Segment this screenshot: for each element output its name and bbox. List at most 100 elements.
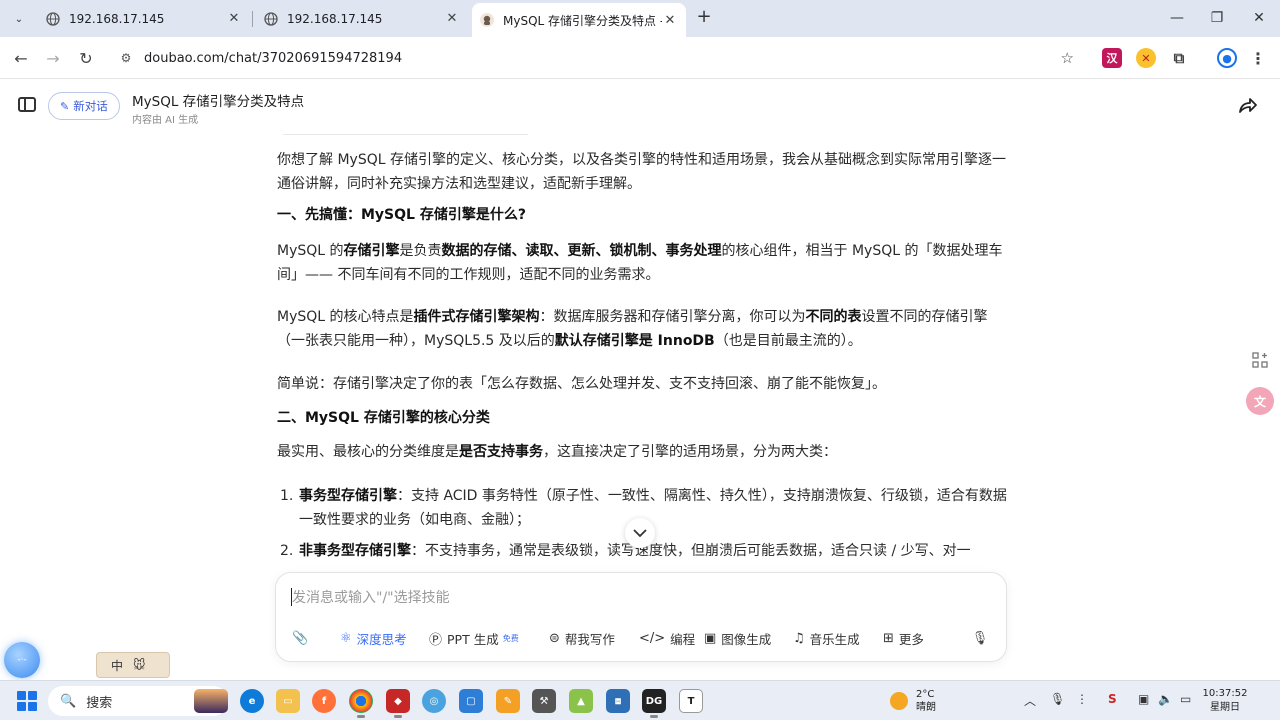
- browser-tab-strip: ⌄ 192.168.17.145 ✕ 192.168.17.145 ✕ MySQ…: [0, 0, 1280, 37]
- deep-think-button[interactable]: ⚛ 深度思考: [340, 628, 407, 648]
- tray-ime-icon[interactable]: S: [1108, 692, 1117, 706]
- write-assist-button[interactable]: ⊜ 帮我写作: [549, 628, 615, 648]
- translate-float-icon[interactable]: 文: [1246, 387, 1274, 415]
- puzzle-extensions-icon[interactable]: ⧉: [1169, 48, 1189, 68]
- address-bar[interactable]: ⚙ doubao.com/chat/37020691594728194 ☆: [108, 43, 1086, 73]
- browser-menu-icon[interactable]: ⋮: [1248, 48, 1268, 68]
- divider: [283, 134, 528, 135]
- ime-toolbar[interactable]: 中 🐭: [96, 652, 170, 678]
- intro-paragraph: 你想了解 MySQL 存储引擎的定义、核心分类，以及各类引擎的特性和适用场景，我…: [277, 152, 1006, 192]
- chrome-icon[interactable]: [349, 689, 373, 718]
- sun-icon: [890, 692, 908, 710]
- app-tool-icon[interactable]: ⚒: [532, 689, 556, 713]
- share-icon[interactable]: [1236, 95, 1258, 117]
- browser-tab-2[interactable]: 192.168.17.145 ✕: [256, 5, 468, 32]
- section-heading-1: 一、先搞懂：MySQL 存储引擎是什么?: [277, 207, 526, 223]
- firefox-icon[interactable]: f: [312, 689, 336, 713]
- ime-mascot-icon: 🐭: [133, 658, 146, 672]
- extension-icon[interactable]: ✕: [1136, 48, 1156, 68]
- paragraph-3: 简单说：存储引擎决定了你的表「怎么存数据、怎么处理并发、支不支持回滚、崩了能不能…: [277, 376, 886, 392]
- edge-icon[interactable]: e: [240, 689, 264, 713]
- more-tools-button[interactable]: ⊞ 更多: [883, 628, 924, 648]
- app-red-icon[interactable]: ◆: [386, 689, 410, 718]
- site-info-icon[interactable]: ⚙: [112, 51, 140, 65]
- translate-extension-icon[interactable]: 汉: [1102, 48, 1122, 68]
- paragraph-1: MySQL 的存储引擎是负责数据的存储、读取、更新、锁机制、事务处理的核心组件，…: [277, 243, 1003, 283]
- ppt-icon: Ⓟ: [429, 632, 443, 648]
- profile-icon[interactable]: ●: [1217, 48, 1237, 68]
- clock-day: 星期日: [1210, 702, 1240, 713]
- tray-camera-icon[interactable]: ▣: [1138, 692, 1149, 706]
- image-icon: ▣: [704, 630, 717, 646]
- search-icon: 🔍: [60, 693, 77, 709]
- datagrip-icon[interactable]: DG: [642, 689, 666, 718]
- app-grid-icon[interactable]: [1246, 346, 1274, 374]
- ppt-generate-button[interactable]: Ⓟ PPT 生成 免费: [429, 628, 519, 648]
- floating-assistant-orb[interactable]: -·-: [4, 642, 40, 678]
- close-tab-icon[interactable]: ✕: [226, 11, 242, 27]
- paperclip-icon: 📎: [292, 630, 309, 646]
- tool-label: 编程: [670, 631, 696, 647]
- tray-volume-icon[interactable]: 🔈: [1158, 692, 1173, 706]
- tray-battery-icon[interactable]: ▭: [1180, 692, 1191, 706]
- message-input[interactable]: 发消息或输入"/"选择技能: [292, 587, 450, 607]
- grid-icon: ⊞: [883, 630, 894, 646]
- sidebar-toggle-icon[interactable]: [18, 97, 36, 112]
- image-generate-button[interactable]: ▣ 图像生成: [704, 628, 771, 648]
- clock-time: 10:37:52: [1202, 688, 1248, 699]
- file-explorer-icon[interactable]: ▭: [276, 689, 300, 713]
- app-window-icon[interactable]: ▢: [459, 689, 483, 713]
- music-generate-button[interactable]: ♫ 音乐生成: [793, 628, 860, 648]
- close-tab-icon[interactable]: ✕: [662, 12, 678, 28]
- close-tab-icon[interactable]: ✕: [444, 11, 460, 27]
- chat-title: MySQL 存储引擎分类及特点: [132, 94, 305, 110]
- tray-network-icon[interactable]: ⋮: [1076, 692, 1088, 706]
- chat-header: ✎ 新对话 MySQL 存储引擎分类及特点 内容由 AI 生成: [0, 80, 1280, 132]
- reload-icon[interactable]: ↻: [75, 47, 97, 69]
- browser-tab-active[interactable]: MySQL 存储引擎分类及特点 - ✕: [472, 3, 686, 37]
- app-green-icon[interactable]: ▲: [569, 689, 593, 713]
- microphone-icon[interactable]: 🎙: [968, 626, 992, 650]
- minimize-icon[interactable]: —: [1162, 6, 1192, 30]
- forward-arrow-icon[interactable]: →: [42, 47, 64, 69]
- chevron-down-icon: [633, 528, 647, 537]
- tray-chevron-up-icon[interactable]: ︿: [1024, 692, 1036, 709]
- free-badge: 免费: [502, 633, 519, 643]
- restore-icon[interactable]: ❐: [1202, 6, 1232, 30]
- attach-button[interactable]: 📎: [292, 628, 313, 648]
- taskbar-clock[interactable]: 10:37:52 星期日: [1202, 687, 1248, 715]
- search-label: 搜索: [86, 695, 113, 711]
- scroll-to-bottom-button[interactable]: [625, 518, 655, 548]
- paragraph-4: 最实用、最核心的分类维度是是否支持事务，这直接决定了引擎的适用场景，分为两大类：: [277, 444, 837, 460]
- back-arrow-icon[interactable]: ←: [10, 47, 32, 69]
- new-tab-button[interactable]: +: [694, 8, 714, 28]
- bookmark-star-icon[interactable]: ☆: [1061, 49, 1074, 67]
- tool-label: 图像生成: [721, 631, 772, 647]
- globe-icon: [264, 11, 278, 26]
- tab-divider: [252, 11, 253, 27]
- tab-search-button[interactable]: ⌄: [8, 8, 30, 30]
- app-vm-icon[interactable]: ⧈: [606, 689, 630, 713]
- ai-generated-note: 内容由 AI 生成: [132, 115, 199, 126]
- weather-widget[interactable]: 2°C 晴朗: [890, 688, 936, 714]
- edit-icon: ✎: [60, 99, 70, 113]
- doubao-favicon-icon: [480, 13, 494, 27]
- tray-mic-icon[interactable]: 🎙: [1050, 692, 1065, 706]
- typora-icon[interactable]: T: [679, 689, 703, 713]
- tool-label: 更多: [898, 631, 924, 647]
- app-orange-icon[interactable]: ✎: [496, 689, 520, 713]
- deep-think-icon: ⚛: [340, 630, 352, 646]
- tool-label: PPT 生成: [447, 631, 499, 647]
- browser-tab-1[interactable]: 192.168.17.145 ✕: [38, 5, 250, 32]
- coding-button[interactable]: </> 编程: [639, 628, 695, 648]
- search-highlight-icon: [194, 689, 228, 713]
- windows-start-icon[interactable]: [17, 691, 37, 711]
- windows-taskbar: 🔍 搜索 e ▭ f ◆ ◎ ▢ ✎ ⚒ ▲ ⧈ DG T 2°C 晴朗 ︿ 🎙…: [0, 680, 1280, 720]
- tab-title: 192.168.17.145: [69, 11, 165, 26]
- globe-icon: [46, 11, 60, 26]
- app-blue-icon[interactable]: ◎: [422, 689, 446, 713]
- close-window-icon[interactable]: ✕: [1244, 6, 1274, 30]
- new-chat-button[interactable]: ✎ 新对话: [48, 92, 120, 120]
- ime-mode[interactable]: 中: [111, 657, 123, 674]
- write-icon: ⊜: [549, 630, 560, 646]
